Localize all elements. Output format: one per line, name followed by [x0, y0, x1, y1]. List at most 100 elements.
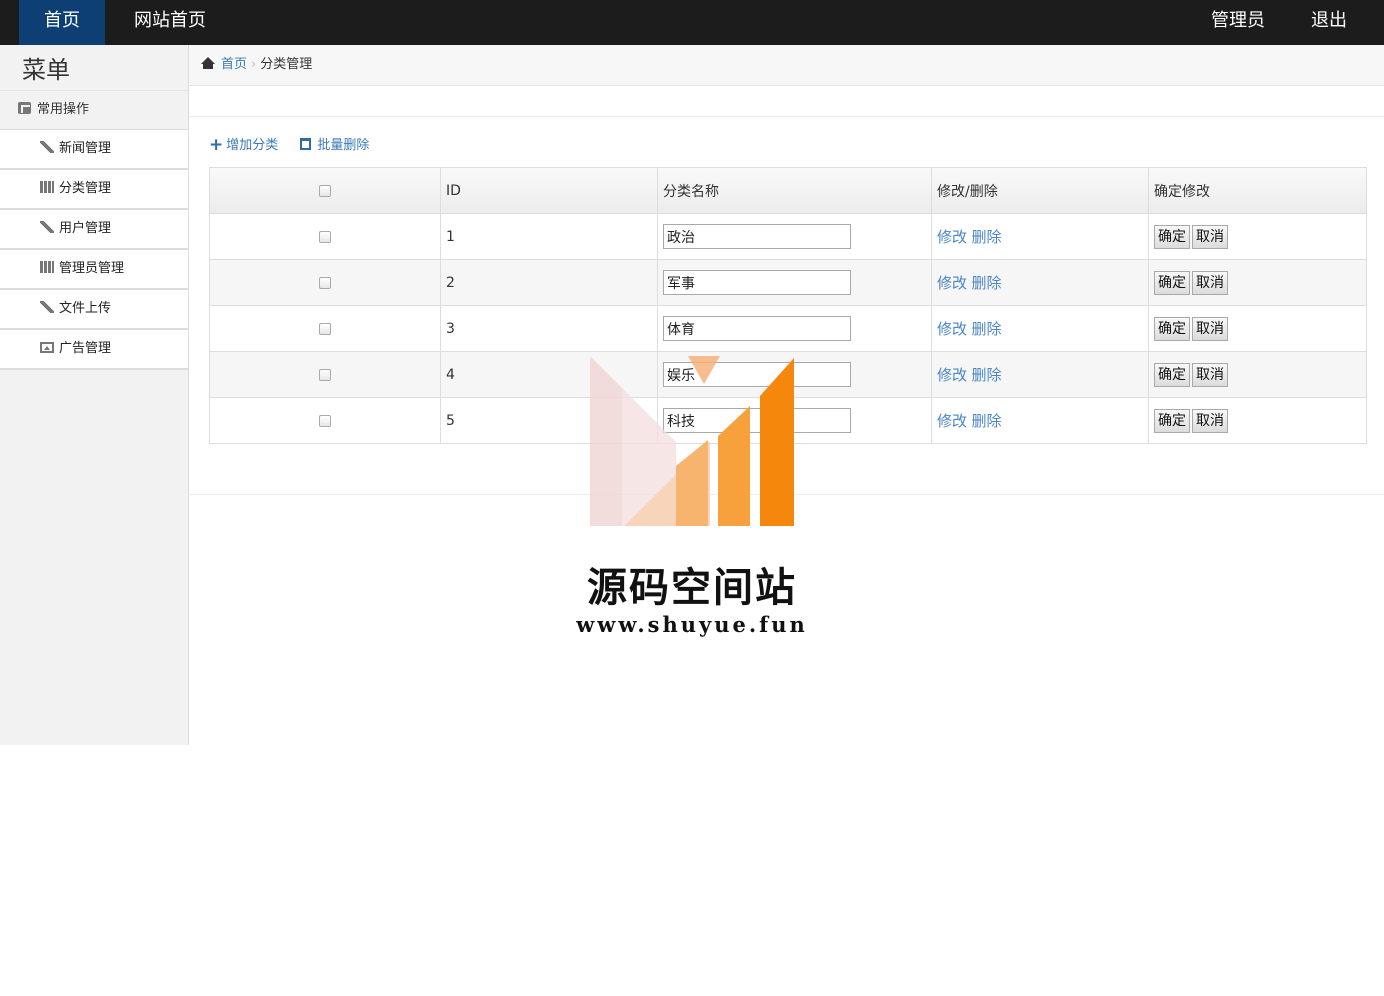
row-actions: 修改 删除: [931, 305, 1149, 352]
cancel-button[interactable]: 取消: [1192, 408, 1228, 433]
cancel-button[interactable]: 取消: [1192, 270, 1228, 295]
header-edit: 修改/删除: [931, 167, 1149, 214]
row-checkbox[interactable]: [319, 322, 331, 335]
cancel-button[interactable]: 取消: [1192, 362, 1228, 387]
divider: [189, 116, 1384, 117]
breadcrumb-home-link[interactable]: 首页: [221, 57, 247, 72]
nav-home-link[interactable]: 首页: [19, 0, 105, 45]
sidebar-item-label: 分类管理: [59, 181, 112, 196]
category-name-input[interactable]: [663, 316, 851, 341]
row-id: 3: [440, 305, 658, 352]
sidebar-item-upload[interactable]: 文件上传: [0, 290, 188, 330]
sidebar-item-users[interactable]: 用户管理: [0, 210, 188, 250]
row-checkbox-cell: [209, 351, 441, 398]
row-checkbox-cell: [209, 397, 441, 444]
row-checkbox[interactable]: [319, 276, 331, 289]
sidebar-item-label: 新闻管理: [59, 141, 112, 156]
menu-title: 菜单: [22, 56, 70, 84]
wrench-icon: [40, 221, 54, 233]
row-name-cell: [657, 305, 932, 352]
books-icon: [40, 261, 54, 273]
row-name-cell: [657, 213, 932, 260]
delete-link[interactable]: 删除: [971, 412, 1001, 430]
row-id: 2: [440, 259, 658, 306]
menu-group-label: 常用操作: [37, 102, 90, 117]
delete-link[interactable]: 删除: [971, 228, 1001, 246]
confirm-button[interactable]: 确定: [1154, 362, 1190, 387]
books-icon: [40, 181, 54, 193]
plus-icon: +: [209, 135, 224, 155]
batch-delete-label: 批量删除: [317, 138, 370, 153]
table-row: 1 修改 删除 确定取消: [209, 213, 1367, 260]
category-name-input[interactable]: [663, 224, 851, 249]
row-checkbox[interactable]: [319, 230, 331, 243]
nav-site-home-link[interactable]: 网站首页: [120, 0, 220, 45]
header-confirm: 确定修改: [1148, 167, 1367, 214]
add-category-button[interactable]: + 增加分类: [209, 134, 278, 155]
delete-link[interactable]: 删除: [971, 366, 1001, 384]
edit-link[interactable]: 修改: [937, 320, 967, 338]
nav-admin-link[interactable]: 管理员: [1198, 0, 1278, 45]
row-id: 1: [440, 213, 658, 260]
confirm-button[interactable]: 确定: [1154, 316, 1190, 341]
row-name-cell: [657, 259, 932, 306]
wrench-icon: [40, 141, 54, 153]
header-select-all-cell: [209, 167, 441, 214]
row-actions: 修改 删除: [931, 397, 1149, 444]
row-actions: 修改 删除: [931, 259, 1149, 306]
table-header-row: ID 分类名称 修改/删除 确定修改: [209, 167, 1367, 214]
category-name-input[interactable]: [663, 270, 851, 295]
row-confirm-cell: 确定 取消: [1148, 213, 1367, 260]
sidebar-item-admins[interactable]: 管理员管理: [0, 250, 188, 290]
row-checkbox[interactable]: [319, 368, 331, 381]
sidebar-item-ads[interactable]: 广告管理: [0, 330, 188, 370]
row-checkbox-cell: [209, 305, 441, 352]
table-row: 2 修改 删除 确定取消: [209, 259, 1367, 306]
delete-link[interactable]: 删除: [971, 320, 1001, 338]
sidebar-item-news[interactable]: 新闻管理: [0, 130, 188, 170]
batch-delete-button[interactable]: 批量删除: [300, 134, 369, 153]
cancel-button[interactable]: 取消: [1192, 316, 1228, 341]
delete-link[interactable]: 删除: [971, 274, 1001, 292]
cancel-button[interactable]: 取消: [1192, 224, 1228, 249]
row-confirm-cell: 确定 取消: [1148, 305, 1367, 352]
row-checkbox-cell: [209, 259, 441, 306]
edit-link[interactable]: 修改: [937, 274, 967, 292]
breadcrumb-current: 分类管理: [260, 57, 313, 72]
confirm-button[interactable]: 确定: [1154, 224, 1190, 249]
edit-link[interactable]: 修改: [937, 366, 967, 384]
wrench-icon: [40, 301, 54, 313]
add-category-label: 增加分类: [226, 138, 279, 153]
select-all-checkbox[interactable]: [319, 184, 331, 197]
breadcrumb: 首页 › 分类管理: [189, 45, 1384, 86]
toolbar: + 增加分类 批量删除: [209, 134, 387, 155]
sidebar-item-label: 用户管理: [59, 221, 112, 236]
row-actions: 修改 删除: [931, 213, 1149, 260]
watermark-title: 源码空间站: [587, 564, 797, 611]
edit-link[interactable]: 修改: [937, 228, 967, 246]
row-checkbox[interactable]: [319, 414, 331, 427]
sidebar-item-label: 管理员管理: [59, 261, 125, 276]
confirm-button[interactable]: 确定: [1154, 270, 1190, 295]
row-actions: 修改 删除: [931, 351, 1149, 398]
breadcrumb-separator: ›: [251, 57, 257, 72]
list-icon: [18, 102, 31, 114]
nav-logout-link[interactable]: 退出: [1294, 0, 1364, 45]
table-row: 3 修改 删除 确定取消: [209, 305, 1367, 352]
top-navbar: 首页 网站首页 管理员 退出: [0, 0, 1384, 45]
watermark-logo-icon: [590, 356, 794, 526]
home-icon: [201, 57, 215, 69]
menu-group-header[interactable]: 常用操作: [0, 90, 188, 130]
sidebar-item-category[interactable]: 分类管理: [0, 170, 188, 210]
row-confirm-cell: 确定 取消: [1148, 351, 1367, 398]
sidebar-item-label: 文件上传: [59, 301, 112, 316]
confirm-button[interactable]: 确定: [1154, 408, 1190, 433]
row-checkbox-cell: [209, 213, 441, 260]
watermark-url: www.shuyue.fun: [576, 612, 808, 637]
picture-icon: [40, 342, 54, 353]
header-name: 分类名称: [657, 167, 932, 214]
header-id: ID: [440, 167, 658, 214]
edit-link[interactable]: 修改: [937, 412, 967, 430]
row-confirm-cell: 确定 取消: [1148, 397, 1367, 444]
sidebar-list: 新闻管理 分类管理 用户管理 管理员管理 文件上传 广告管理: [0, 130, 188, 370]
